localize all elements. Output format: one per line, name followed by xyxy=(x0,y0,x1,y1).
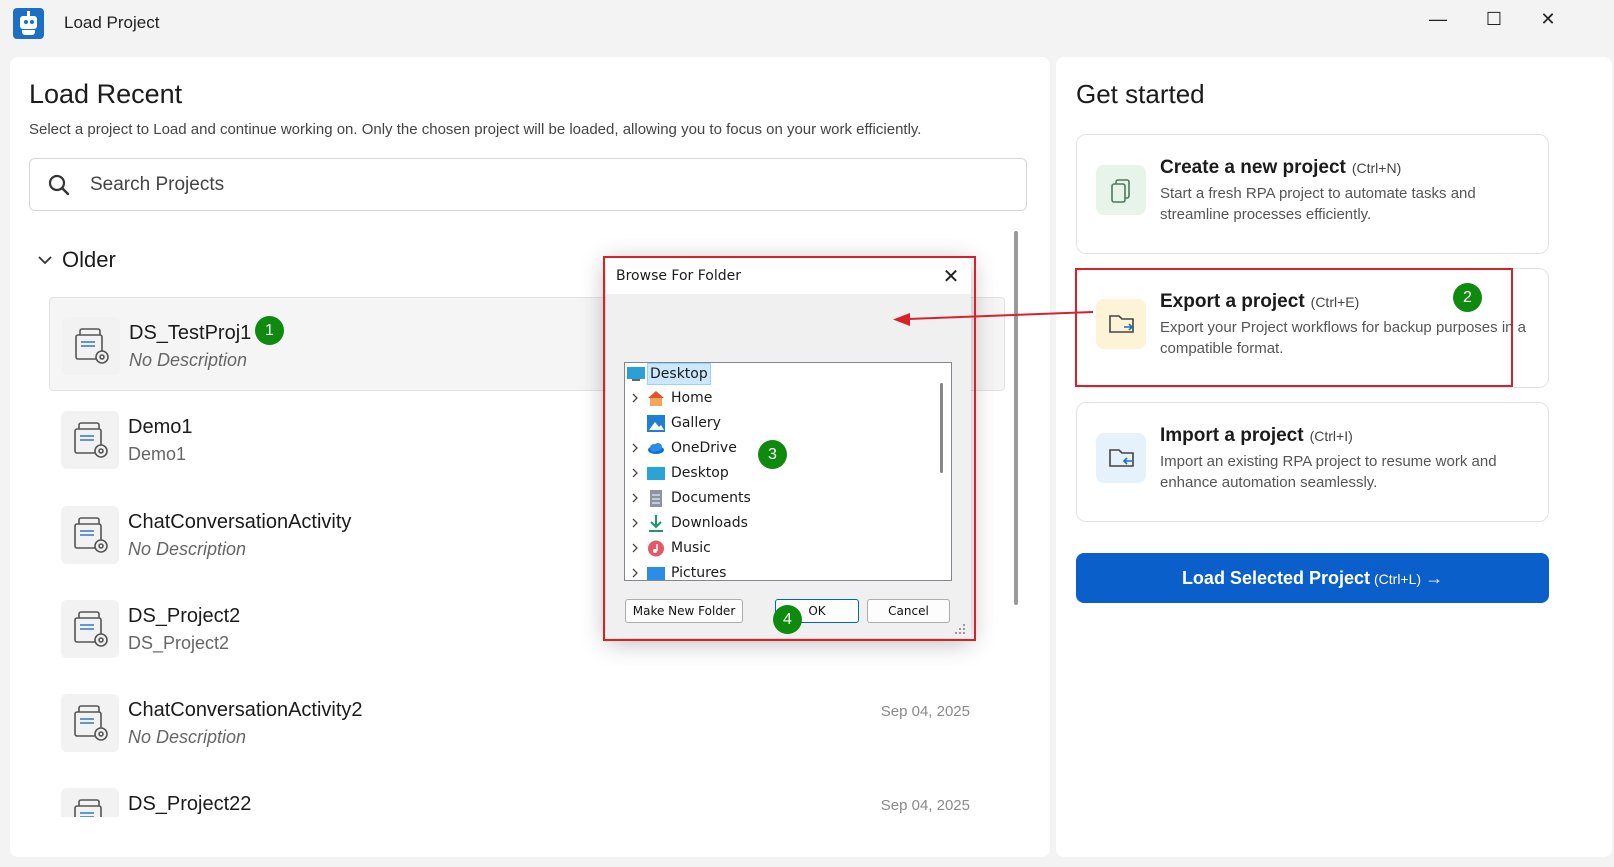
load-recent-subtitle: Select a project to Load and continue wo… xyxy=(29,121,922,138)
project-name: DS_TestProj1 xyxy=(129,322,252,344)
search-input[interactable] xyxy=(90,171,990,199)
project-icon xyxy=(61,600,119,658)
arrow-right-icon: → xyxy=(1425,568,1444,588)
step-badge-3: 3 xyxy=(758,440,787,469)
new-project-icon xyxy=(1096,165,1146,215)
title-bar: Load Project — ☐ ✕ xyxy=(0,0,1614,46)
project-description: No Description xyxy=(129,350,248,370)
step-badge-1: 1 xyxy=(255,316,284,345)
project-icon xyxy=(61,411,119,469)
card-title: Import a project (Ctrl+I) xyxy=(1160,425,1353,446)
maximize-button[interactable]: ☐ xyxy=(1472,4,1516,34)
chevron-down-icon xyxy=(38,256,52,265)
project-name: DS_Project22 xyxy=(128,793,252,815)
load-recent-title: Load Recent xyxy=(29,79,183,109)
project-icon xyxy=(62,317,120,375)
get-started-panel: Get started Create a new project (Ctrl+N)… xyxy=(1056,57,1612,857)
search-icon xyxy=(48,174,70,196)
project-date: Sep 04, 2025 xyxy=(880,703,970,720)
app-robot-icon xyxy=(13,8,44,39)
step-badge-2: 2 xyxy=(1453,283,1482,312)
get-started-title: Get started xyxy=(1076,79,1205,109)
project-icon xyxy=(61,506,119,564)
create-project-card[interactable]: Create a new project (Ctrl+N) Start a fre… xyxy=(1076,134,1549,254)
annotation-box-export xyxy=(1075,268,1513,387)
project-item[interactable]: DS_Project22 Sep 04, 2025 xyxy=(49,769,1005,817)
project-description: No Description xyxy=(128,539,247,559)
group-label: Older xyxy=(62,247,116,272)
search-box[interactable] xyxy=(29,158,1027,211)
project-name: Demo1 xyxy=(128,416,193,438)
annotation-box-dialog xyxy=(603,256,976,641)
project-icon xyxy=(61,788,119,817)
project-name: ChatConversationActivity2 xyxy=(128,699,363,721)
project-icon xyxy=(61,694,119,752)
project-description: Demo1 xyxy=(128,444,187,464)
card-description: Start a fresh RPA project to automate ta… xyxy=(1160,185,1476,223)
import-icon xyxy=(1096,433,1146,483)
project-name: DS_Project2 xyxy=(128,605,241,627)
project-name: ChatConversationActivity xyxy=(128,511,352,533)
project-list-scrollbar[interactable] xyxy=(1014,231,1018,605)
card-title: Create a new project (Ctrl+N) xyxy=(1160,157,1402,178)
project-description: No Description xyxy=(128,727,247,747)
project-date: Sep 04, 2025 xyxy=(880,797,970,814)
import-project-card[interactable]: Import a project (Ctrl+I) Import an exist… xyxy=(1076,402,1549,522)
window-title: Load Project xyxy=(64,13,160,32)
close-window-button[interactable]: ✕ xyxy=(1526,4,1570,34)
project-item[interactable]: ChatConversationActivity2 No Description… xyxy=(49,675,1005,769)
card-description: Import an existing RPA project to resume… xyxy=(1160,453,1497,491)
minimize-button[interactable]: — xyxy=(1416,4,1460,34)
load-selected-project-button[interactable]: Load Selected Project (Ctrl+L) → xyxy=(1076,553,1549,603)
project-description: DS_Project2 xyxy=(128,633,230,653)
step-badge-4: 4 xyxy=(773,605,802,634)
